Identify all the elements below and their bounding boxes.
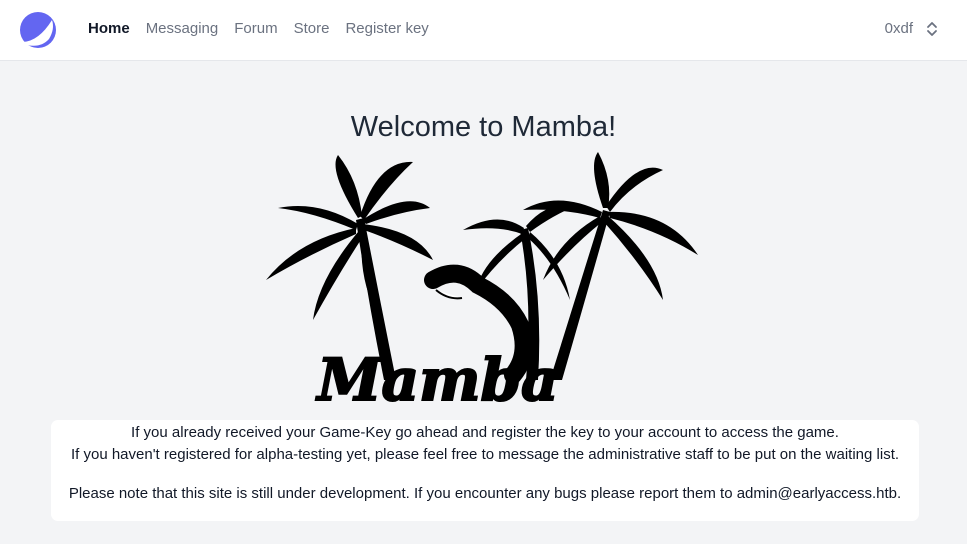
top-navbar: Home Messaging Forum Store Register key …	[0, 0, 967, 61]
nav-forum[interactable]: Forum	[234, 20, 277, 38]
chevron-up-down-icon	[927, 22, 937, 36]
mamba-wordmark: Mamba	[315, 346, 558, 405]
user-menu-button[interactable]: 0xdf	[885, 20, 939, 38]
development-notice: Please note that this site is still unde…	[68, 485, 902, 502]
nav-store[interactable]: Store	[294, 20, 330, 38]
nav-home[interactable]: Home	[88, 20, 130, 38]
crescent-logo-icon[interactable]	[19, 11, 57, 49]
user-name: 0xdf	[884, 20, 913, 37]
nav-register-key[interactable]: Register key	[345, 20, 428, 38]
nav-messaging[interactable]: Messaging	[146, 20, 219, 38]
info-line-waiting-list: If you haven't registered for alpha-test…	[70, 446, 900, 463]
main-nav: Home Messaging Forum Store Register key	[88, 20, 445, 38]
info-card: If you already received your Game-Key go…	[51, 420, 919, 521]
mamba-logo-image: Mamba	[266, 152, 698, 405]
info-line-game-key: If you already received your Game-Key go…	[131, 424, 839, 441]
page-title: Welcome to Mamba!	[350, 111, 617, 143]
